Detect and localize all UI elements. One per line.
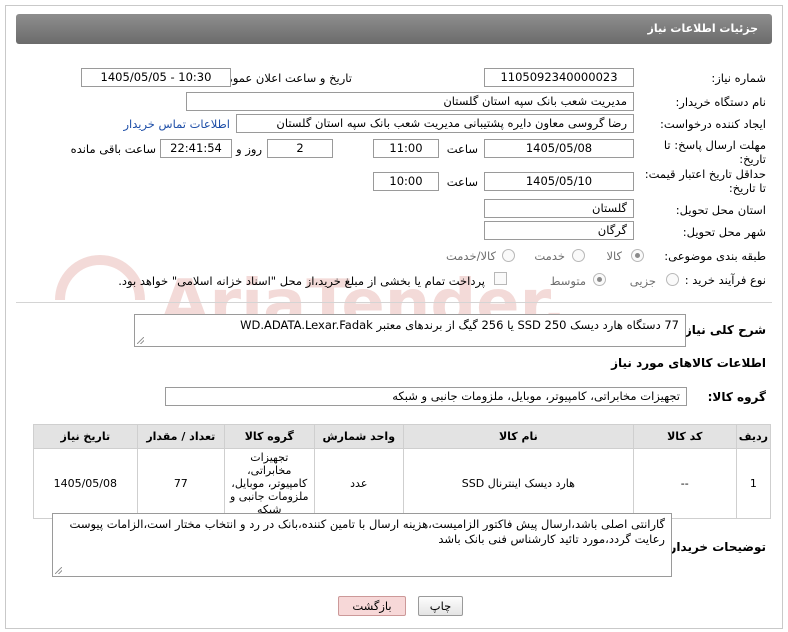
header-bar: جزئیات اطلاعات نیاز (16, 14, 772, 44)
process-radio-medium[interactable] (593, 273, 606, 286)
deadline-label: مهلت ارسال پاسخ: تا (663, 138, 766, 152)
description-text: 77 دستگاه هارد دیسک SSD 250 یا 256 گیگ ا… (240, 318, 679, 332)
days-field: 2 (267, 139, 333, 158)
deadline-date-field: 1405/05/08 (484, 139, 634, 158)
category-option-goods: کالا (606, 249, 622, 263)
buyer-notes-label: توضیحات خریدار: (664, 540, 766, 554)
resize-grip-icon[interactable] (55, 567, 62, 574)
table-row: 1 -- هارد دیسک اینترنال SSD عدد تجهیزات … (33, 448, 772, 519)
items-table: ردیف کد کالا نام کالا واحد شمارش گروه کا… (33, 424, 772, 519)
cell-unit: عدد (313, 448, 405, 519)
deadline-time-label: ساعت (446, 142, 478, 156)
process-label: نوع فرآیند خرید : (684, 273, 766, 287)
col-header-code: کد کالا (632, 424, 737, 449)
col-header-group: گروه کالا (224, 424, 315, 449)
treasury-payment-checkbox[interactable] (494, 272, 507, 285)
validity-time-field: 10:00 (373, 172, 439, 191)
category-option-goods-service: کالا/خدمت (445, 249, 496, 263)
table-header-row: ردیف کد کالا نام کالا واحد شمارش گروه کا… (33, 424, 772, 449)
col-header-row-number: ردیف (735, 424, 772, 449)
deadline-label-2: تاریخ: (739, 152, 766, 166)
payment-note: پرداخت تمام یا بخشی از مبلغ خرید،از محل … (118, 274, 485, 288)
need-number-label: شماره نیاز: (711, 71, 766, 85)
remaining-label: ساعت باقی مانده (70, 142, 156, 156)
category-label: طبقه بندی موضوعی: (664, 249, 766, 263)
category-radio-goods-service[interactable] (502, 249, 515, 262)
section-divider (16, 302, 772, 303)
category-radio-goods[interactable] (631, 249, 644, 262)
process-radio-minor[interactable] (666, 273, 679, 286)
category-option-service: خدمت (534, 249, 565, 263)
buyer-label: نام دستگاه خریدار: (675, 95, 766, 109)
buyer-field: مدیریت شعب بانک سپه استان گلستان (186, 92, 634, 111)
city-field: گرگان (484, 221, 634, 240)
resize-grip-icon[interactable] (137, 337, 144, 344)
deadline-time-field: 11:00 (373, 139, 439, 158)
cell-code: -- (632, 448, 737, 519)
validity-time-label: ساعت (446, 175, 478, 189)
announce-label: تاریخ و ساعت اعلان عمومی: (213, 71, 352, 85)
description-field: 77 دستگاه هارد دیسک SSD 250 یا 256 گیگ ا… (134, 314, 686, 347)
print-button[interactable]: چاپ (418, 596, 463, 616)
category-radio-service[interactable] (572, 249, 585, 262)
cell-group: تجهیزات مخابراتی، کامپیوتر، موبایل، ملزو… (224, 448, 315, 519)
cell-row-number: 1 (735, 448, 772, 519)
cell-quantity: 77 (136, 448, 226, 519)
province-label: استان محل تحویل: (675, 203, 766, 217)
description-label: شرح کلی نیاز: (680, 323, 766, 337)
buyer-notes-field: گارانتی اصلی باشد،ارسال پیش فاکتور الزام… (52, 513, 672, 577)
need-number-field: 1105092340000023 (484, 68, 634, 87)
goods-group-field: تجهیزات مخابراتی، کامپیوتر، موبایل، ملزو… (165, 387, 687, 406)
cell-need-date: 1405/05/08 (33, 448, 138, 519)
process-option-medium: متوسط (549, 274, 586, 288)
days-label: روز و (236, 142, 262, 156)
goods-info-title: اطلاعات کالاهای مورد نیاز (611, 356, 766, 370)
validity-label: حداقل تاریخ اعتبار قیمت: (644, 167, 766, 181)
col-header-need-date: تاریخ نیاز (33, 424, 138, 449)
buyer-notes-text: گارانتی اصلی باشد،ارسال پیش فاکتور الزام… (69, 517, 665, 546)
province-field: گلستان (484, 199, 634, 218)
page-title: جزئیات اطلاعات نیاز (647, 22, 759, 35)
process-option-minor: جزیی (629, 274, 656, 288)
creator-field: رضا گروسی معاون دایره پشتیبانی مدیریت شع… (236, 114, 634, 133)
col-header-unit: واحد شمارش (313, 424, 405, 449)
validity-date-field: 1405/05/10 (484, 172, 634, 191)
buyer-contact-link[interactable]: اطلاعات تماس خریدار (123, 117, 230, 131)
back-button[interactable]: بازگشت (338, 596, 406, 616)
creator-label: ایجاد کننده درخواست: (660, 117, 766, 131)
remaining-time-field: 22:41:54 (160, 139, 232, 158)
validity-label-2: تا تاریخ: (728, 181, 766, 195)
cell-name: هارد دیسک اینترنال SSD (403, 448, 634, 519)
city-label: شهر محل تحویل: (682, 225, 766, 239)
col-header-quantity: تعداد / مقدار (136, 424, 226, 449)
col-header-name: نام کالا (403, 424, 634, 449)
announce-field: 1405/05/05 - 10:30 (81, 68, 231, 87)
goods-group-label: گروه کالا: (707, 390, 766, 404)
